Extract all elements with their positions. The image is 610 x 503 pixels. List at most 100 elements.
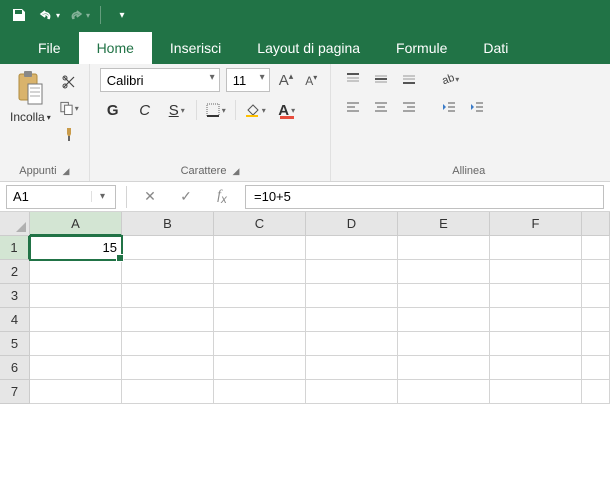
cell[interactable] (398, 284, 490, 308)
cell[interactable] (490, 284, 582, 308)
cell[interactable] (122, 356, 214, 380)
copy-button[interactable]: ▾ (59, 98, 79, 118)
font-color-button[interactable]: A ▾ (274, 98, 300, 122)
cell[interactable] (398, 332, 490, 356)
formula-input[interactable] (245, 185, 604, 209)
cell[interactable] (306, 284, 398, 308)
tab-formulas[interactable]: Formule (378, 32, 465, 64)
cell[interactable] (122, 308, 214, 332)
cell[interactable] (582, 308, 610, 332)
enter-formula-button[interactable]: ✓ (173, 186, 199, 208)
decrease-font-button[interactable]: A▾ (302, 73, 320, 88)
row-header[interactable]: 6 (0, 356, 30, 380)
cell[interactable] (306, 260, 398, 284)
cell[interactable] (582, 356, 610, 380)
cell[interactable] (306, 308, 398, 332)
customize-qat-button[interactable]: ▾ (109, 3, 135, 27)
insert-function-button[interactable]: fx (209, 186, 235, 208)
select-all-corner[interactable] (0, 212, 30, 236)
column-header[interactable]: B (122, 212, 214, 236)
cell[interactable] (306, 332, 398, 356)
font-launcher[interactable]: ◢ (232, 166, 239, 177)
cell[interactable] (30, 380, 122, 404)
cell[interactable] (582, 284, 610, 308)
cell[interactable] (582, 260, 610, 284)
font-size-select[interactable] (226, 68, 270, 92)
cell[interactable] (214, 284, 306, 308)
cell[interactable] (398, 356, 490, 380)
row-header[interactable]: 7 (0, 380, 30, 404)
undo-button[interactable]: ▾ (36, 3, 62, 27)
cell[interactable] (398, 308, 490, 332)
orientation-button[interactable]: ab▾ (437, 68, 461, 90)
cell[interactable] (122, 260, 214, 284)
align-middle-button[interactable] (369, 68, 393, 90)
cell[interactable] (214, 332, 306, 356)
cell[interactable] (582, 380, 610, 404)
cell[interactable] (306, 236, 398, 260)
font-name-select[interactable] (100, 68, 220, 92)
align-right-button[interactable] (397, 96, 421, 118)
cell[interactable] (30, 332, 122, 356)
bold-button[interactable]: G (100, 98, 126, 122)
cell[interactable] (306, 380, 398, 404)
row-header[interactable]: 4 (0, 308, 30, 332)
cell[interactable] (490, 356, 582, 380)
column-header[interactable]: E (398, 212, 490, 236)
cell[interactable] (214, 380, 306, 404)
align-bottom-button[interactable] (397, 68, 421, 90)
cell[interactable] (30, 308, 122, 332)
cell[interactable] (122, 332, 214, 356)
cell[interactable] (490, 380, 582, 404)
tab-insert[interactable]: Inserisci (152, 32, 239, 64)
cell[interactable] (582, 236, 610, 260)
cut-button[interactable] (59, 72, 79, 92)
row-header[interactable]: 5 (0, 332, 30, 356)
column-header[interactable]: C (214, 212, 306, 236)
cell[interactable]: 15 (30, 236, 122, 260)
increase-font-button[interactable]: A▴ (276, 71, 297, 89)
align-center-button[interactable] (369, 96, 393, 118)
tab-home[interactable]: Home (79, 32, 152, 64)
align-left-button[interactable] (341, 96, 365, 118)
cell[interactable] (490, 260, 582, 284)
borders-button[interactable]: ▾ (203, 98, 229, 122)
save-button[interactable] (6, 3, 32, 27)
cell[interactable] (30, 284, 122, 308)
cell[interactable] (490, 308, 582, 332)
cell[interactable] (214, 356, 306, 380)
cell[interactable] (582, 332, 610, 356)
column-header[interactable]: A (30, 212, 122, 236)
cell[interactable] (122, 236, 214, 260)
cell[interactable] (398, 236, 490, 260)
name-box[interactable] (7, 189, 91, 204)
underline-button[interactable]: S▾ (164, 98, 190, 122)
cell[interactable] (490, 236, 582, 260)
cell[interactable] (30, 356, 122, 380)
paste-button[interactable] (13, 68, 47, 108)
align-top-button[interactable] (341, 68, 365, 90)
cancel-formula-button[interactable]: ✕ (137, 186, 163, 208)
row-header[interactable]: 1 (0, 236, 30, 260)
redo-button[interactable]: ▾ (66, 3, 92, 27)
decrease-indent-button[interactable] (437, 96, 461, 118)
cell[interactable] (122, 380, 214, 404)
row-header[interactable]: 3 (0, 284, 30, 308)
column-header[interactable] (582, 212, 610, 236)
cell[interactable] (30, 260, 122, 284)
paste-label[interactable]: Incolla ▾ (10, 110, 51, 124)
italic-button[interactable]: C (132, 98, 158, 122)
cell[interactable] (398, 380, 490, 404)
cell[interactable] (214, 260, 306, 284)
fill-color-button[interactable]: ▾ (242, 98, 268, 122)
tab-page-layout[interactable]: Layout di pagina (239, 32, 378, 64)
format-painter-button[interactable] (59, 124, 79, 144)
cell[interactable] (490, 332, 582, 356)
row-header[interactable]: 2 (0, 260, 30, 284)
tab-file[interactable]: File (20, 32, 79, 64)
name-box-dropdown[interactable]: ▾ (91, 191, 113, 202)
column-header[interactable]: F (490, 212, 582, 236)
cell[interactable] (306, 356, 398, 380)
cell[interactable] (122, 284, 214, 308)
cell[interactable] (214, 308, 306, 332)
